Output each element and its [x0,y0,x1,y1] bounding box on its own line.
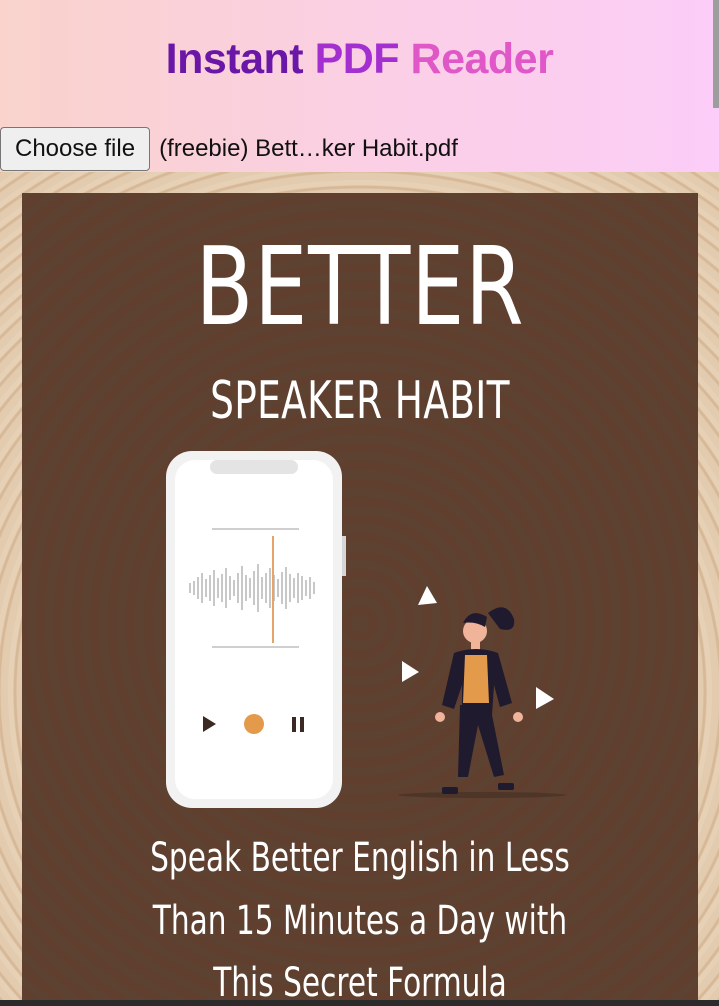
record-icon [244,714,264,734]
scroll-indicator[interactable] [713,0,719,108]
triangle-decoration-icon [536,687,554,709]
triangle-decoration-icon [418,586,437,605]
cover-subtitle: SPEAKER HABIT [210,371,510,431]
triangle-decoration-icon [402,661,419,682]
phone-illustration [166,451,346,808]
cover-illustration [166,451,566,808]
pdf-viewer[interactable]: BETTER SPEAKER HABIT Speak Better Englis… [0,172,719,1000]
app-title-part-pdf: PDF [314,35,400,83]
app-title: Instant PDF Reader [0,33,719,85]
file-input[interactable]: Choose file (freebie) Bett…ker Habit.pdf [0,127,458,171]
selected-file-name: (freebie) Bett…ker Habit.pdf [159,135,458,162]
cover-tagline-line2: Than 15 Minutes a Day with [152,898,568,944]
app-title-part-instant: Instant [165,35,304,83]
choose-file-button[interactable]: Choose file [0,127,151,171]
cover-tagline-line3: This Secret Formula [213,960,507,1000]
cover-title: BETTER [195,225,525,350]
pdf-page: BETTER SPEAKER HABIT Speak Better Englis… [22,193,698,1000]
bottom-system-bar [0,1000,719,1006]
app-title-part-reader: Reader [410,35,554,83]
cover-tagline-line1: Speak Better English in Less [150,835,570,881]
